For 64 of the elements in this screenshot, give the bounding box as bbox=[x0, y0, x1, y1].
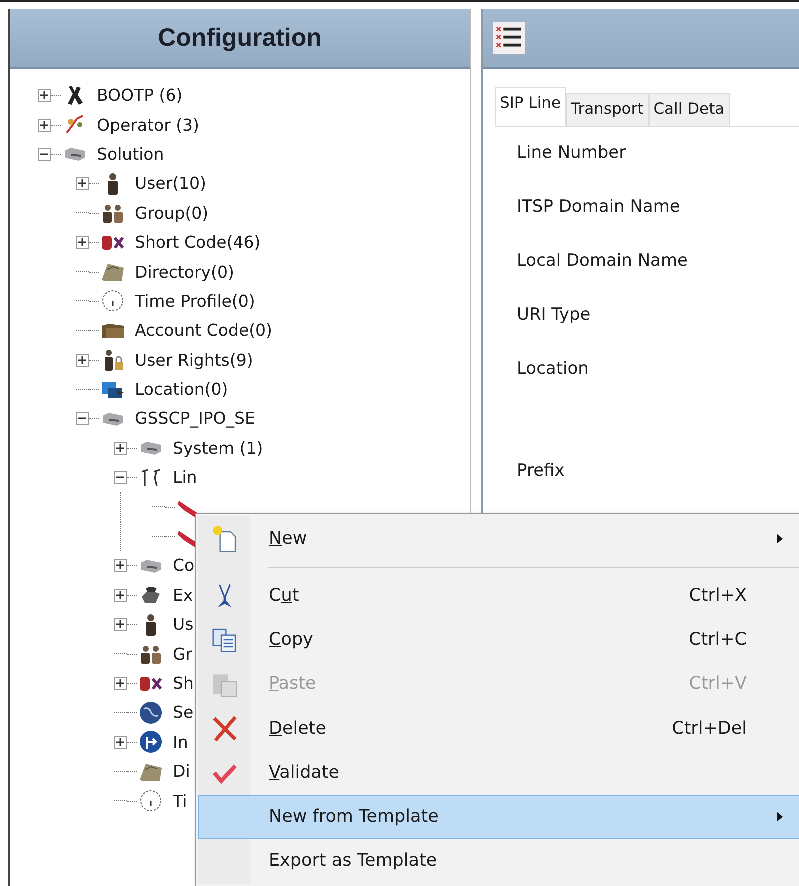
collapse-icon[interactable] bbox=[114, 471, 127, 484]
tree-item[interactable]: Ex bbox=[173, 586, 194, 605]
tree-item[interactable]: Co bbox=[173, 556, 195, 576]
tree-item[interactable]: In bbox=[173, 732, 188, 752]
expand-icon[interactable] bbox=[38, 89, 51, 102]
tree-item[interactable]: Se bbox=[173, 703, 194, 722]
expand-icon[interactable] bbox=[114, 559, 127, 572]
panel-title: Configuration bbox=[158, 24, 322, 52]
list-icon[interactable] bbox=[493, 21, 525, 55]
field-label: Line Number bbox=[517, 143, 628, 165]
expand-icon[interactable] bbox=[114, 588, 127, 602]
tree-item[interactable]: GSSCP_IPO_SE bbox=[135, 409, 256, 428]
tab[interactable]: Transport bbox=[566, 93, 649, 126]
field-label: Location bbox=[517, 359, 590, 381]
tab[interactable]: Call Deta bbox=[648, 93, 730, 126]
copy-icon bbox=[211, 626, 239, 654]
globe-icon bbox=[139, 700, 163, 725]
tree-item[interactable]: System (1) bbox=[173, 438, 264, 458]
tree-item[interactable]: Time Profile(0) bbox=[135, 292, 256, 311]
menu-item[interactable]: Cut Ctrl+X bbox=[198, 574, 799, 618]
expand-icon[interactable] bbox=[114, 736, 127, 749]
menu-item[interactable]: Export as Template bbox=[198, 838, 799, 883]
expand-icon[interactable] bbox=[76, 236, 89, 250]
tree-item[interactable]: User Rights(9) bbox=[135, 350, 254, 370]
tree-item[interactable]: Di bbox=[173, 762, 190, 782]
tree-item[interactable]: Operator (3) bbox=[97, 116, 200, 135]
field-label: URI Type bbox=[517, 305, 592, 327]
delete-icon bbox=[211, 714, 239, 743]
tree-item[interactable]: Lin bbox=[173, 468, 198, 488]
menu-item[interactable]: New from Template bbox=[198, 794, 799, 839]
tree-item[interactable]: User(10) bbox=[135, 174, 206, 194]
tree-item[interactable]: Account Code(0) bbox=[135, 321, 272, 340]
submenu-arrow-icon bbox=[776, 533, 784, 546]
field-label: Prefix bbox=[517, 461, 566, 483]
tree-item[interactable]: Solution bbox=[97, 144, 164, 164]
tree-item[interactable]: Sh bbox=[173, 674, 194, 693]
tree-item[interactable]: BOOTP (6) bbox=[97, 86, 183, 106]
expand-icon[interactable] bbox=[114, 677, 127, 690]
expand-icon[interactable] bbox=[38, 118, 51, 132]
clock-icon bbox=[101, 289, 125, 314]
field-label: ITSP Domain Name bbox=[517, 197, 682, 219]
arrow-circle-icon bbox=[139, 730, 163, 754]
tree-item[interactable]: Location(0) bbox=[135, 380, 228, 400]
submenu-arrow-icon bbox=[776, 810, 784, 823]
expand-icon[interactable] bbox=[76, 177, 89, 190]
tree-item[interactable]: Gr bbox=[173, 644, 193, 664]
expand-icon[interactable] bbox=[76, 354, 89, 367]
tab[interactable]: SIP Line bbox=[495, 87, 566, 126]
tree-item[interactable]: Group(0) bbox=[135, 204, 209, 223]
menu-item[interactable]: New bbox=[198, 517, 799, 562]
collapse-icon[interactable] bbox=[76, 412, 89, 426]
new-document-icon bbox=[211, 525, 239, 554]
clock-icon bbox=[139, 789, 163, 814]
collapse-icon[interactable] bbox=[38, 148, 51, 161]
tree-item[interactable]: Directory(0) bbox=[135, 262, 234, 282]
menu-item[interactable]: Validate bbox=[198, 750, 799, 795]
menu-item[interactable]: Delete Ctrl+Del bbox=[198, 706, 799, 751]
tree-item[interactable]: Ti bbox=[173, 792, 188, 811]
expand-icon[interactable] bbox=[114, 442, 127, 455]
tree-item[interactable]: Us bbox=[173, 615, 194, 634]
menu-item[interactable]: Copy Ctrl+C bbox=[198, 618, 799, 662]
field-label: Local Domain Name bbox=[517, 251, 689, 273]
tree-item[interactable]: Short Code(46) bbox=[135, 233, 261, 252]
expand-icon[interactable] bbox=[114, 618, 127, 632]
